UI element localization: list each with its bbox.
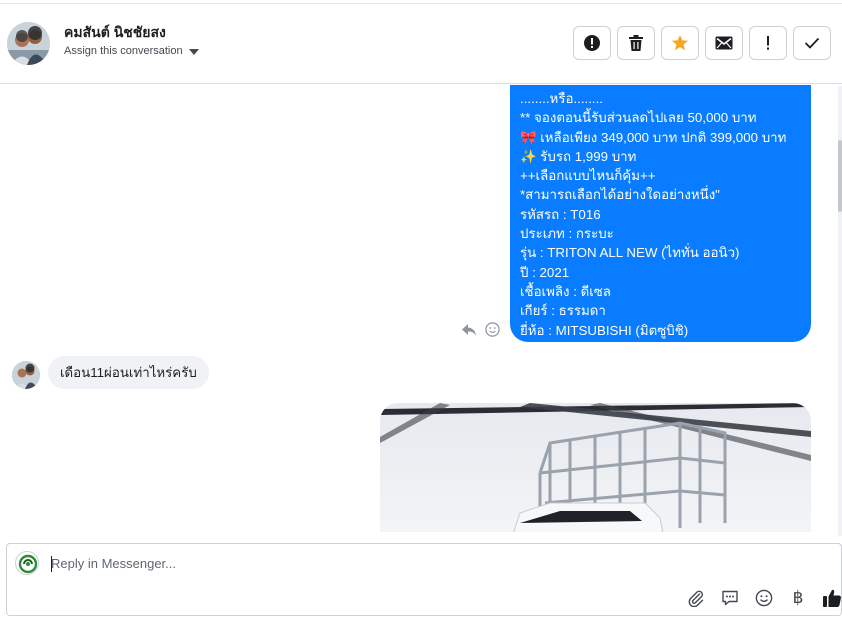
message-actions — [461, 322, 500, 337]
chevron-down-icon — [188, 48, 199, 55]
page-avatar — [15, 551, 39, 575]
thumbs-up-icon — [823, 589, 841, 607]
message-line: รหัสรถ : T016 — [520, 206, 601, 222]
smiley-icon — [755, 589, 773, 607]
spam-button[interactable] — [573, 26, 611, 60]
text-cursor — [51, 556, 52, 572]
assign-conversation-dropdown[interactable]: Assign this conversation — [64, 45, 199, 57]
check-icon — [804, 37, 820, 49]
payment-button[interactable]: ฿ — [787, 587, 809, 609]
conversation-header: คมสันต์ นิชชัยสง Assign this conversatio… — [0, 0, 842, 84]
incoming-message-bubble[interactable]: เดือน11ผ่อนเท่าไหร่ครับ — [48, 356, 209, 389]
contact-avatar[interactable] — [7, 22, 50, 65]
assign-label: Assign this conversation — [64, 45, 183, 57]
message-line: รุ่น : TRITON ALL NEW (ไททั่น ออนิว) — [520, 245, 740, 261]
message-line: ✨ รับรถ 1,999 บาท — [520, 148, 637, 164]
top-divider — [0, 3, 842, 4]
reply-icon[interactable] — [461, 323, 477, 337]
trash-icon — [629, 35, 643, 51]
mark-unread-button[interactable] — [705, 26, 743, 60]
message-line: *สามารถเลือกได้อย่างใดอย่างหนึ่ง" — [520, 187, 720, 203]
message-line: เชื้อเพลิง : ดีเซล — [520, 283, 611, 299]
message-line: ประเภท : กระบะ — [520, 226, 614, 242]
alert-circle-icon — [584, 35, 600, 51]
message-line: 🎀 เหลือเพียง 349,000 บาท ปกติ 399,000 บา… — [520, 129, 787, 145]
envelope-icon — [715, 36, 733, 50]
outgoing-message-bubble[interactable]: ........หรือ........ ** จองตอนนี้รับส่วน… — [510, 85, 811, 342]
message-line: ++เลือกแบบไหนก็คุ้ม++ — [520, 168, 656, 184]
message-line: ** จองตอนนี้รับส่วนลดไปเลย 50,000 บาท — [520, 110, 757, 126]
composer-tools: ฿ — [685, 587, 842, 609]
scrollbar-thumb[interactable] — [838, 140, 842, 212]
paperclip-icon — [688, 590, 704, 607]
message-line: ปี : 2021 — [520, 264, 570, 280]
emoji-button[interactable] — [753, 587, 775, 609]
star-icon — [672, 35, 688, 51]
car-photo-attachment[interactable] — [380, 403, 811, 532]
chat-bubble-icon — [722, 590, 738, 606]
message-line: ยี่ห้อ : MITSUBISHI (มิตซูบิชิ) — [520, 322, 689, 338]
delete-button[interactable] — [617, 26, 655, 60]
message-line: ........หรือ........ — [520, 91, 604, 106]
star-button[interactable] — [661, 26, 699, 60]
reply-composer: ฿ — [6, 543, 842, 616]
message-line: เกียร์ : ธรรมดา — [520, 303, 606, 319]
sender-avatar[interactable] — [12, 361, 40, 389]
exclamation-icon — [767, 36, 769, 50]
conversation-actions — [573, 26, 831, 60]
contact-name[interactable]: คมสันต์ นิชชัยสง — [64, 22, 166, 44]
follow-up-button[interactable] — [749, 26, 787, 60]
baht-icon: ฿ — [792, 588, 804, 608]
reply-input[interactable] — [51, 556, 651, 571]
emoji-reaction-icon[interactable] — [485, 322, 500, 337]
attach-button[interactable] — [685, 587, 707, 609]
message-thread: ........หรือ........ ** จองตอนนี้รับส่วน… — [0, 85, 836, 532]
saved-replies-button[interactable] — [719, 587, 741, 609]
like-button[interactable] — [821, 587, 842, 609]
mark-done-button[interactable] — [793, 26, 831, 60]
